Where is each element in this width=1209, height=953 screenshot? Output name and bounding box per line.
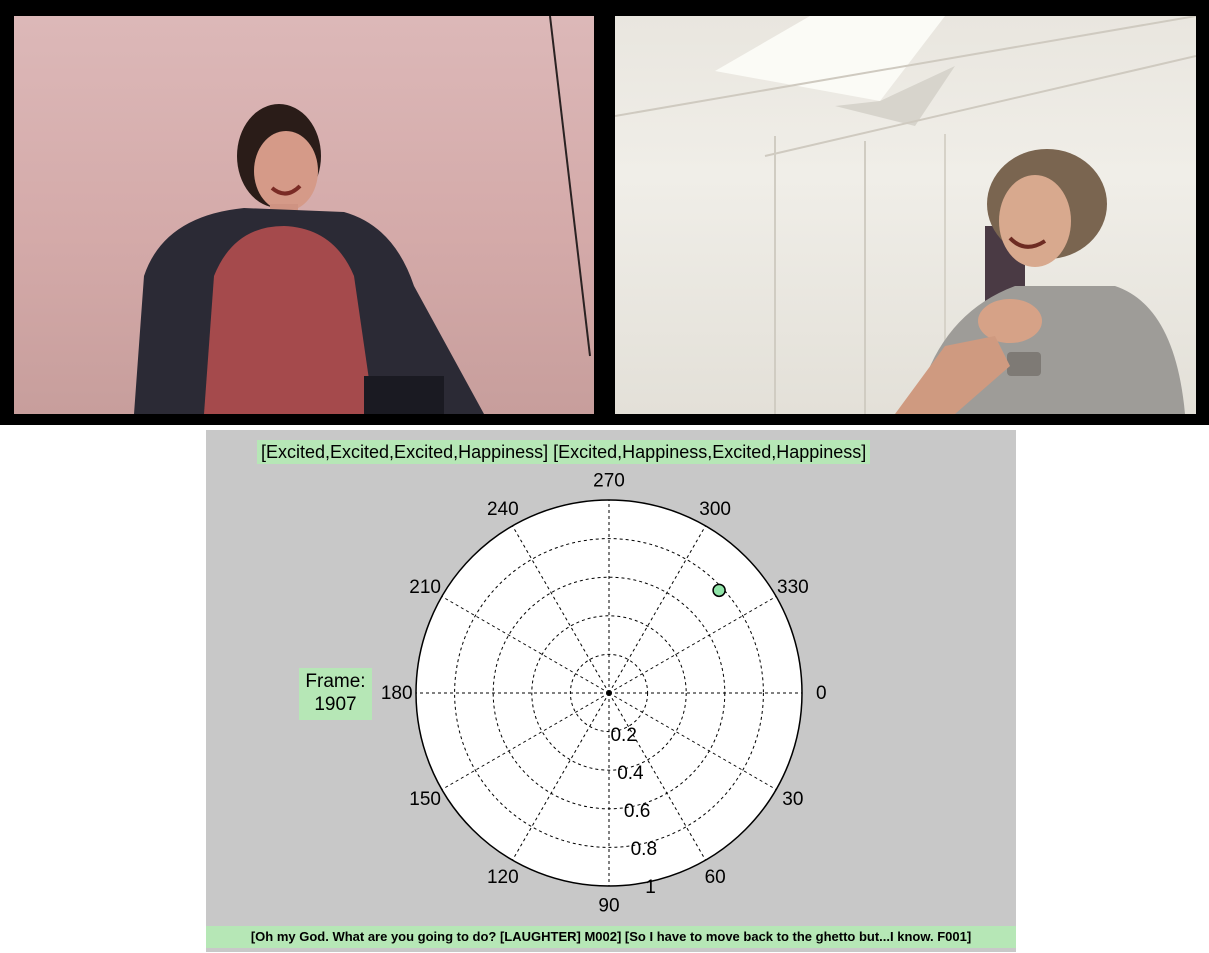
angle-tick-label: 330: [777, 577, 809, 598]
transcript-caption: [Oh my God. What are you going to do? [L…: [206, 926, 1016, 948]
polar-plot-panel: 0 30 60 90 120 150 180 210 240 270 300 330 0.2 0.4 0.…: [206, 430, 1016, 952]
video-frame-right: [615, 16, 1196, 414]
angle-tick-label: 300: [699, 499, 731, 520]
video-frame-man-laughing-icon: [615, 16, 1196, 414]
radial-tick-label: 0.2: [610, 725, 636, 746]
angle-tick-label: 120: [487, 867, 519, 888]
angle-tick-label: 210: [409, 577, 441, 598]
angle-tick-label: 150: [409, 789, 441, 810]
radial-tick-label: 0.4: [617, 763, 644, 784]
video-frame-left: [14, 16, 594, 414]
angle-tick-label: 240: [487, 499, 519, 520]
angle-tick-label: 180: [381, 683, 413, 704]
angle-tick-label: 0: [816, 683, 827, 704]
emotion-labels: [Excited,Excited,Excited,Happiness] [Exc…: [257, 440, 871, 464]
frame-title: Frame:: [305, 671, 366, 692]
video-frame-woman-laughing-icon: [134, 16, 591, 414]
radial-tick-label: 0.6: [624, 801, 650, 822]
video-strip: [0, 0, 1209, 425]
data-point: [712, 583, 726, 598]
radial-tick-label: 1: [645, 877, 656, 898]
radial-tick-label: 0.8: [631, 839, 657, 860]
frame-indicator: Frame: 1907: [299, 668, 372, 720]
angle-tick-label: 60: [705, 867, 726, 888]
frame-number: 1907: [314, 694, 357, 715]
angle-tick-label: 30: [782, 789, 803, 810]
angle-tick-label: 270: [593, 471, 625, 492]
angle-tick-label: 90: [598, 895, 619, 916]
